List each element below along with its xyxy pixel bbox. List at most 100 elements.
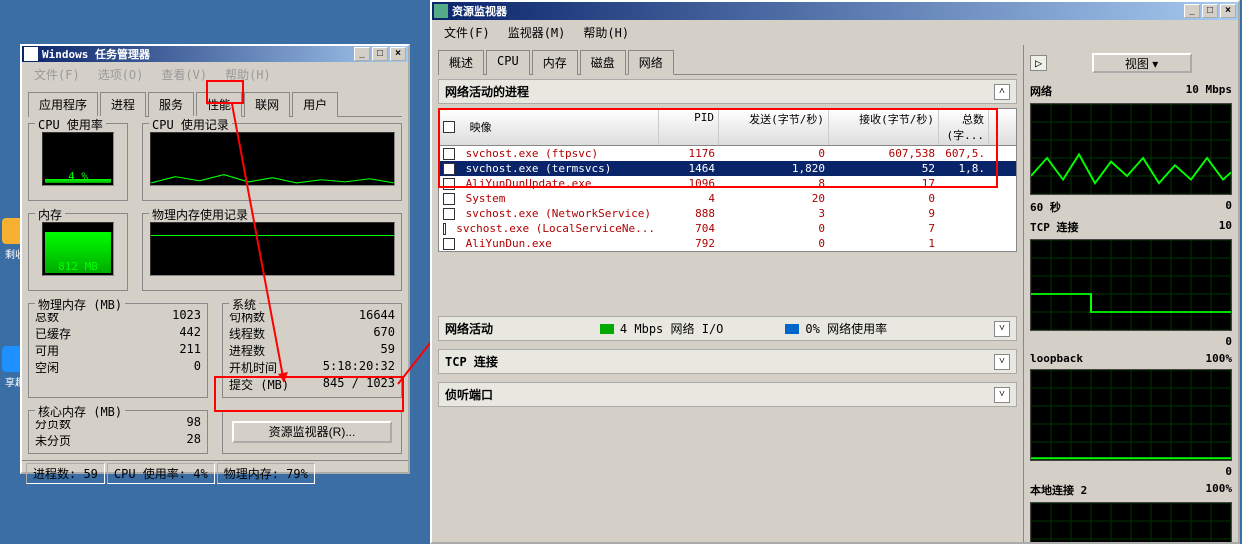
cpu-usage-label: CPU 使用率	[35, 116, 106, 133]
memory-history-graph	[150, 222, 395, 276]
resource-monitor-window: 资源监视器 _ □ × 文件(F) 监视器(M) 帮助(H) 概述 CPU 内存…	[430, 0, 1240, 544]
chart-TCP 连接	[1030, 239, 1232, 331]
expand-icon[interactable]: ˅	[994, 321, 1010, 337]
minimize-button[interactable]: _	[1184, 4, 1200, 18]
kv-row: 空闲0	[33, 359, 203, 376]
checkbox[interactable]	[443, 148, 455, 160]
tab-users[interactable]: 用户	[292, 92, 338, 117]
checkbox[interactable]	[443, 223, 446, 235]
section-processes[interactable]: 网络活动的进程 ˄	[438, 79, 1017, 104]
tab-bar: 应用程序 进程 服务 性能 联网 用户	[28, 91, 402, 117]
tab-memory[interactable]: 内存	[532, 50, 578, 75]
checkbox[interactable]	[443, 178, 455, 190]
minimize-button[interactable]: _	[354, 47, 370, 61]
chart-title: 本地连接 2100%	[1028, 480, 1234, 500]
cpu-usage-graph: 4 %	[42, 132, 114, 186]
tab-processes[interactable]: 进程	[100, 92, 146, 117]
kv-row: 未分页28	[33, 432, 203, 449]
maximize-button[interactable]: □	[372, 47, 388, 61]
resource-monitor-button[interactable]: 资源监视器(R)...	[232, 421, 392, 443]
tab-bar: 概述 CPU 内存 磁盘 网络	[438, 49, 1017, 75]
menu-file[interactable]: 文件(F)	[26, 64, 88, 85]
table-row[interactable]: svchost.exe (termsvcs)14641,820521,8.	[439, 161, 1016, 176]
task-manager-window: Windows 任务管理器 _ □ × 文件(F) 选项(O) 查看(V) 帮助…	[20, 44, 410, 474]
tab-overview[interactable]: 概述	[438, 50, 484, 75]
close-button[interactable]: ×	[1220, 4, 1236, 18]
tab-apps[interactable]: 应用程序	[28, 92, 98, 117]
menu-help[interactable]: 帮助(H)	[575, 22, 637, 43]
legend-io-icon	[600, 324, 614, 334]
kv-row: 开机时间5:18:20:32	[227, 359, 397, 376]
cpu-history-label: CPU 使用记录	[149, 116, 232, 133]
chart-title: TCP 连接10	[1028, 217, 1234, 237]
sys-group: 系统	[229, 296, 259, 313]
menubar: 文件(F) 监视器(M) 帮助(H)	[432, 20, 1238, 45]
legend-util-icon	[785, 324, 799, 334]
window-title: Windows 任务管理器	[42, 46, 354, 62]
tab-services[interactable]: 服务	[148, 92, 194, 117]
table-row[interactable]: svchost.exe (NetworkService)88839	[439, 206, 1016, 221]
app-icon	[434, 4, 448, 18]
kv-row: 已缓存442	[33, 325, 203, 342]
collapse-icon[interactable]: ˄	[994, 84, 1010, 100]
chart-title: 网络10 Mbps	[1028, 81, 1234, 101]
status-cpu: CPU 使用率: 4%	[107, 463, 215, 484]
section-listen[interactable]: 侦听端口 ˅	[438, 382, 1017, 407]
process-table: 映像 PID 发送(字节/秒) 接收(字节/秒) 总数(字... svchost…	[438, 108, 1017, 252]
titlebar[interactable]: 资源监视器 _ □ ×	[432, 2, 1238, 20]
status-procs: 进程数: 59	[26, 463, 105, 484]
table-row[interactable]: AliYunDun.exe79201	[439, 236, 1016, 251]
tab-performance[interactable]: 性能	[196, 92, 242, 117]
chart-网络	[1030, 103, 1232, 195]
checkbox[interactable]	[443, 163, 455, 175]
table-row[interactable]: System4200	[439, 191, 1016, 206]
expand-icon[interactable]: ˅	[994, 354, 1010, 370]
table-row[interactable]: AliYunDunUpdate.exe1096817	[439, 176, 1016, 191]
status-mem: 物理内存: 79%	[217, 463, 315, 484]
chart-本地连接 2	[1030, 502, 1232, 542]
section-tcp[interactable]: TCP 连接 ˅	[438, 349, 1017, 374]
phys-mem-group: 物理内存 (MB)	[35, 296, 125, 313]
chart-title: 60 秒0	[1028, 197, 1234, 217]
maximize-button[interactable]: □	[1202, 4, 1218, 18]
views-expand-icon[interactable]: ▷	[1030, 55, 1047, 71]
table-header[interactable]: 映像 PID 发送(字节/秒) 接收(字节/秒) 总数(字...	[439, 109, 1016, 146]
kv-row: 线程数670	[227, 325, 397, 342]
app-icon	[24, 47, 38, 61]
menu-options[interactable]: 选项(O)	[90, 64, 152, 85]
menubar: 文件(F) 选项(O) 查看(V) 帮助(H)	[22, 62, 408, 87]
window-title: 资源监视器	[452, 3, 1184, 19]
titlebar[interactable]: Windows 任务管理器 _ □ ×	[22, 46, 408, 62]
chart-title: loopback100%	[1028, 350, 1234, 367]
menu-monitor[interactable]: 监视器(M)	[500, 22, 574, 43]
tab-cpu[interactable]: CPU	[486, 50, 530, 75]
table-row[interactable]: svchost.exe (ftpsvc)11760607,538607,5.	[439, 146, 1016, 161]
cpu-history-graph	[150, 132, 395, 186]
kv-row: 进程数59	[227, 342, 397, 359]
menu-file[interactable]: 文件(F)	[436, 22, 498, 43]
memory-graph: 812 MB	[42, 222, 114, 276]
views-button[interactable]: 视图 ▾	[1092, 53, 1192, 73]
kv-row: 可用211	[33, 342, 203, 359]
menu-help[interactable]: 帮助(H)	[217, 64, 279, 85]
statusbar: 进程数: 59 CPU 使用率: 4% 物理内存: 79%	[22, 460, 408, 486]
kv-row: 提交 (MB)845 / 1023	[227, 376, 397, 393]
kernel-group: 核心内存 (MB)	[35, 403, 125, 420]
close-button[interactable]: ×	[390, 47, 406, 61]
tab-network[interactable]: 联网	[244, 92, 290, 117]
expand-icon[interactable]: ˅	[994, 387, 1010, 403]
table-row[interactable]: svchost.exe (LocalServiceNe...70407	[439, 221, 1016, 236]
checkbox[interactable]	[443, 193, 455, 205]
section-network-activity[interactable]: 网络活动 4 Mbps 网络 I/O 0% 网络使用率 ˅	[438, 316, 1017, 341]
tab-network[interactable]: 网络	[628, 50, 674, 75]
chart-title: 0	[1028, 333, 1234, 350]
chart-loopback	[1030, 369, 1232, 461]
chart-title: 0	[1028, 463, 1234, 480]
menu-view[interactable]: 查看(V)	[153, 64, 215, 85]
checkbox-all[interactable]	[443, 121, 455, 133]
memory-history-label: 物理内存使用记录	[149, 206, 251, 223]
memory-label: 内存	[35, 206, 65, 223]
tab-disk[interactable]: 磁盘	[580, 50, 626, 75]
checkbox[interactable]	[443, 208, 455, 220]
checkbox[interactable]	[443, 238, 455, 250]
